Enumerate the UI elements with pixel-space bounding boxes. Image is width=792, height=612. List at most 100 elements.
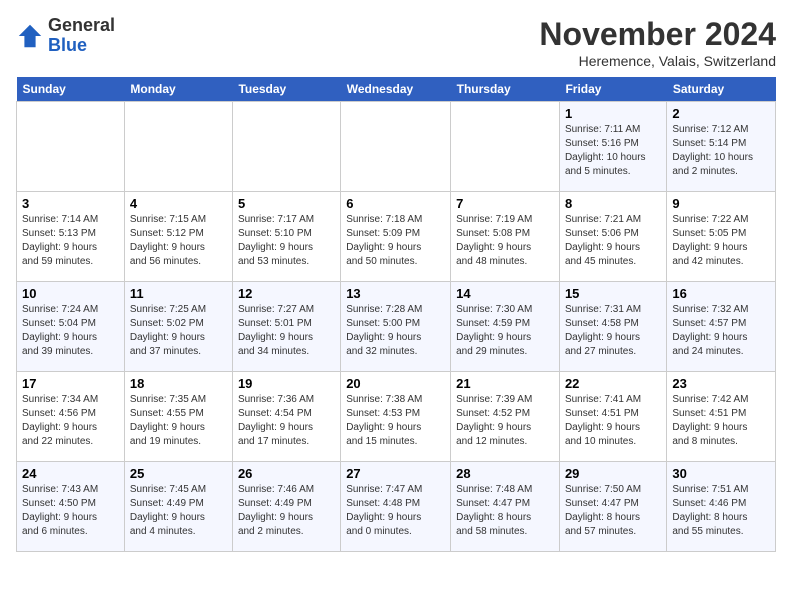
- calendar-cell: 6Sunrise: 7:18 AM Sunset: 5:09 PM Daylig…: [341, 192, 451, 282]
- calendar-cell: [451, 102, 560, 192]
- day-info: Sunrise: 7:12 AM Sunset: 5:14 PM Dayligh…: [672, 123, 770, 179]
- calendar-cell: 3 Sunrise: 7:14 AM Sunset: 5:13 PM Daylig…: [17, 192, 125, 282]
- calendar-cell: 28 Sunrise: 7:48 AM Sunset: 4:47 PM Dayli…: [451, 462, 560, 552]
- calendar-cell: 15 Sunrise: 7:31 AM Sunset: 4:58 PM Dayli…: [559, 282, 666, 372]
- day-info: Sunrise: 7:11 AM Sunset: 5:16 PM Dayligh…: [565, 123, 661, 179]
- calendar-header-row: SundayMondayTuesdayWednesdayThursdayFrid…: [17, 77, 776, 102]
- calendar-cell: 24 Sunrise: 7:43 AM Sunset: 4:50 PM Dayli…: [17, 462, 125, 552]
- day-info: Sunrise: 7:30 AM Sunset: 4:59 PM Dayligh…: [456, 303, 554, 359]
- calendar-week-5: 24 Sunrise: 7:43 AM Sunset: 4:50 PM Dayli…: [17, 462, 776, 552]
- day-number: 18: [130, 376, 227, 391]
- day-info: Sunrise: 7:42 AM Sunset: 4:51 PM Dayligh…: [672, 393, 770, 449]
- calendar-cell: 14 Sunrise: 7:30 AM Sunset: 4:59 PM Dayli…: [451, 282, 560, 372]
- calendar-cell: 12Sunrise: 7:27 AM Sunset: 5:01 PM Dayli…: [232, 282, 340, 372]
- day-info: Sunrise: 7:25 AM Sunset: 5:02 PM Dayligh…: [130, 303, 227, 359]
- calendar-cell: 10Sunrise: 7:24 AM Sunset: 5:04 PM Dayli…: [17, 282, 125, 372]
- day-number: 13: [346, 286, 445, 301]
- page-header: General Blue November 2024 Heremence, Va…: [16, 16, 776, 69]
- day-info: Sunrise: 7:36 AM Sunset: 4:54 PM Dayligh…: [238, 393, 335, 449]
- day-number: 29: [565, 466, 661, 481]
- day-number: 2: [672, 106, 770, 121]
- day-info: Sunrise: 7:31 AM Sunset: 4:58 PM Dayligh…: [565, 303, 661, 359]
- day-info: Sunrise: 7:43 AM Sunset: 4:50 PM Dayligh…: [22, 483, 119, 539]
- calendar-cell: 20 Sunrise: 7:38 AM Sunset: 4:53 PM Dayli…: [341, 372, 451, 462]
- day-info: Sunrise: 7:39 AM Sunset: 4:52 PM Dayligh…: [456, 393, 554, 449]
- day-number: 30: [672, 466, 770, 481]
- calendar-cell: 26Sunrise: 7:46 AM Sunset: 4:49 PM Dayli…: [232, 462, 340, 552]
- calendar-week-2: 3 Sunrise: 7:14 AM Sunset: 5:13 PM Daylig…: [17, 192, 776, 282]
- calendar-cell: 7 Sunrise: 7:19 AM Sunset: 5:08 PM Daylig…: [451, 192, 560, 282]
- day-number: 16: [672, 286, 770, 301]
- day-info: Sunrise: 7:50 AM Sunset: 4:47 PM Dayligh…: [565, 483, 661, 539]
- day-info: Sunrise: 7:21 AM Sunset: 5:06 PM Dayligh…: [565, 213, 661, 269]
- calendar-cell: 23 Sunrise: 7:42 AM Sunset: 4:51 PM Dayli…: [667, 372, 776, 462]
- day-info: Sunrise: 7:35 AM Sunset: 4:55 PM Dayligh…: [130, 393, 227, 449]
- day-number: 1: [565, 106, 661, 121]
- day-info: Sunrise: 7:17 AM Sunset: 5:10 PM Dayligh…: [238, 213, 335, 269]
- day-info: Sunrise: 7:22 AM Sunset: 5:05 PM Dayligh…: [672, 213, 770, 269]
- day-info: Sunrise: 7:18 AM Sunset: 5:09 PM Dayligh…: [346, 213, 445, 269]
- calendar-cell: 21 Sunrise: 7:39 AM Sunset: 4:52 PM Dayli…: [451, 372, 560, 462]
- day-number: 7: [456, 196, 554, 211]
- day-info: Sunrise: 7:28 AM Sunset: 5:00 PM Dayligh…: [346, 303, 445, 359]
- day-number: 3: [22, 196, 119, 211]
- day-number: 11: [130, 286, 227, 301]
- calendar-cell: 29 Sunrise: 7:50 AM Sunset: 4:47 PM Dayli…: [559, 462, 666, 552]
- calendar-week-1: 1 Sunrise: 7:11 AM Sunset: 5:16 PM Daylig…: [17, 102, 776, 192]
- day-number: 28: [456, 466, 554, 481]
- col-header-monday: Monday: [124, 77, 232, 102]
- day-info: Sunrise: 7:34 AM Sunset: 4:56 PM Dayligh…: [22, 393, 119, 449]
- day-number: 25: [130, 466, 227, 481]
- col-header-friday: Friday: [559, 77, 666, 102]
- calendar-cell: 17 Sunrise: 7:34 AM Sunset: 4:56 PM Dayli…: [17, 372, 125, 462]
- calendar-cell: 27Sunrise: 7:47 AM Sunset: 4:48 PM Dayli…: [341, 462, 451, 552]
- calendar-cell: [341, 102, 451, 192]
- calendar-cell: 19Sunrise: 7:36 AM Sunset: 4:54 PM Dayli…: [232, 372, 340, 462]
- calendar-cell: 13 Sunrise: 7:28 AM Sunset: 5:00 PM Dayli…: [341, 282, 451, 372]
- calendar-cell: [17, 102, 125, 192]
- day-info: Sunrise: 7:27 AM Sunset: 5:01 PM Dayligh…: [238, 303, 335, 359]
- calendar-cell: 2 Sunrise: 7:12 AM Sunset: 5:14 PM Daylig…: [667, 102, 776, 192]
- day-number: 9: [672, 196, 770, 211]
- logo-text: General Blue: [48, 16, 115, 56]
- day-info: Sunrise: 7:15 AM Sunset: 5:12 PM Dayligh…: [130, 213, 227, 269]
- calendar-table: SundayMondayTuesdayWednesdayThursdayFrid…: [16, 77, 776, 552]
- month-title: November 2024: [539, 16, 776, 53]
- day-number: 20: [346, 376, 445, 391]
- col-header-tuesday: Tuesday: [232, 77, 340, 102]
- calendar-cell: 4 Sunrise: 7:15 AM Sunset: 5:12 PM Daylig…: [124, 192, 232, 282]
- day-info: Sunrise: 7:38 AM Sunset: 4:53 PM Dayligh…: [346, 393, 445, 449]
- day-info: Sunrise: 7:45 AM Sunset: 4:49 PM Dayligh…: [130, 483, 227, 539]
- day-info: Sunrise: 7:14 AM Sunset: 5:13 PM Dayligh…: [22, 213, 119, 269]
- day-info: Sunrise: 7:24 AM Sunset: 5:04 PM Dayligh…: [22, 303, 119, 359]
- calendar-cell: 25 Sunrise: 7:45 AM Sunset: 4:49 PM Dayli…: [124, 462, 232, 552]
- col-header-wednesday: Wednesday: [341, 77, 451, 102]
- calendar-cell: 8Sunrise: 7:21 AM Sunset: 5:06 PM Daylig…: [559, 192, 666, 282]
- day-info: Sunrise: 7:51 AM Sunset: 4:46 PM Dayligh…: [672, 483, 770, 539]
- day-number: 21: [456, 376, 554, 391]
- day-number: 26: [238, 466, 335, 481]
- col-header-saturday: Saturday: [667, 77, 776, 102]
- location-subtitle: Heremence, Valais, Switzerland: [539, 53, 776, 69]
- day-number: 17: [22, 376, 119, 391]
- calendar-cell: 5 Sunrise: 7:17 AM Sunset: 5:10 PM Daylig…: [232, 192, 340, 282]
- calendar-week-3: 10Sunrise: 7:24 AM Sunset: 5:04 PM Dayli…: [17, 282, 776, 372]
- title-block: November 2024 Heremence, Valais, Switzer…: [539, 16, 776, 69]
- day-number: 23: [672, 376, 770, 391]
- col-header-thursday: Thursday: [451, 77, 560, 102]
- calendar-cell: 22Sunrise: 7:41 AM Sunset: 4:51 PM Dayli…: [559, 372, 666, 462]
- logo: General Blue: [16, 16, 115, 56]
- day-number: 15: [565, 286, 661, 301]
- day-number: 24: [22, 466, 119, 481]
- day-info: Sunrise: 7:19 AM Sunset: 5:08 PM Dayligh…: [456, 213, 554, 269]
- calendar-cell: 9 Sunrise: 7:22 AM Sunset: 5:05 PM Daylig…: [667, 192, 776, 282]
- day-number: 5: [238, 196, 335, 211]
- day-number: 4: [130, 196, 227, 211]
- day-info: Sunrise: 7:48 AM Sunset: 4:47 PM Dayligh…: [456, 483, 554, 539]
- day-number: 14: [456, 286, 554, 301]
- calendar-cell: 11 Sunrise: 7:25 AM Sunset: 5:02 PM Dayli…: [124, 282, 232, 372]
- day-info: Sunrise: 7:32 AM Sunset: 4:57 PM Dayligh…: [672, 303, 770, 359]
- day-info: Sunrise: 7:47 AM Sunset: 4:48 PM Dayligh…: [346, 483, 445, 539]
- logo-icon: [16, 22, 44, 50]
- calendar-week-4: 17 Sunrise: 7:34 AM Sunset: 4:56 PM Dayli…: [17, 372, 776, 462]
